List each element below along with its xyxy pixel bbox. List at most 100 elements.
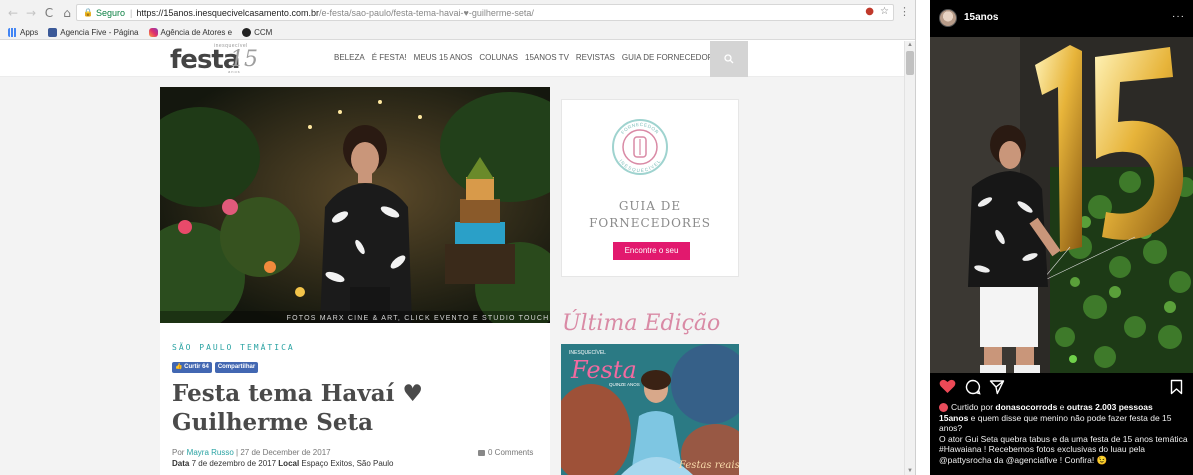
more-options-icon[interactable]: ··· xyxy=(1172,11,1185,22)
details-local-label: Local xyxy=(278,459,300,468)
reload-icon[interactable]: C xyxy=(42,4,56,22)
liked-by-line[interactable]: Curtido por donasocorrods e outras 2.003… xyxy=(939,402,1189,413)
magazine-cover-art: INESQUECÍVEL Festa QUINZE ANOS Festas re… xyxy=(561,344,739,475)
nav-item-revistas[interactable]: REVISTAS xyxy=(576,53,615,62)
omnibox-actions: ● ☆ xyxy=(865,6,889,17)
browser-toolbar: ← → C ⌂ 🔒 Seguro | https://15anos.inesqu… xyxy=(0,0,915,25)
article-body: SÃO PAULO TEMÁTICA 👍 Curtir 64 Compartil… xyxy=(160,323,550,475)
details-date: 7 de dezembro de 2017 xyxy=(189,459,279,468)
bookmark-ccm[interactable]: CCM xyxy=(242,27,273,37)
magazine-footer: Festas reais xyxy=(678,460,739,471)
byline-date: | 27 de December de 2017 xyxy=(233,448,331,457)
browser-menu-icon[interactable]: ⋮ xyxy=(899,5,910,18)
extension-icon[interactable]: ● xyxy=(865,6,874,17)
thumbs-up-icon: 👍 xyxy=(175,364,185,370)
hero-illustration: FOTOS MARX CINE & ART, CLICK EVENTO E ST… xyxy=(160,87,550,323)
instagram-caption: Curtido por donasocorrods e outras 2.003… xyxy=(939,402,1189,465)
apps-grid-icon xyxy=(8,27,17,37)
page-scrollbar[interactable]: ▲ ▼ xyxy=(904,41,915,475)
instagram-actions xyxy=(930,373,1193,401)
bookmark-icon[interactable] xyxy=(1170,379,1183,395)
home-icon[interactable]: ⌂ xyxy=(60,4,74,22)
nav-item-guia-fornecedores[interactable]: GUIA DE FORNECEDORES xyxy=(622,53,724,62)
comment-icon xyxy=(478,449,485,456)
bookmark-agencia-five[interactable]: Agencia Five - Página xyxy=(48,27,139,37)
liked-by-user[interactable]: donasocorrods xyxy=(995,402,1057,412)
liked-by-text: Curtido por donasocorrods e outras 2.003… xyxy=(951,402,1153,413)
facebook-share-button[interactable]: Compartilhar xyxy=(214,362,259,373)
article-categories[interactable]: SÃO PAULO TEMÁTICA xyxy=(172,343,295,352)
secure-label: Seguro xyxy=(95,7,125,18)
scroll-up-icon[interactable]: ▲ xyxy=(907,42,913,48)
comments-count: 0 Comments xyxy=(488,448,534,457)
url-separator: | xyxy=(130,7,133,18)
comments-link[interactable]: 0 Comments xyxy=(478,448,533,457)
address-bar[interactable]: 🔒 Seguro | https://15anos.inesquecivelca… xyxy=(76,4,894,21)
main-nav: BELEZA É FESTA! MEUS 15 ANOS COLUNAS 15A… xyxy=(334,53,724,62)
caption-text: 15anos e quem disse que menino não pode … xyxy=(939,413,1189,434)
bookmark-apps[interactable]: Apps xyxy=(8,27,39,37)
avatar[interactable] xyxy=(939,9,957,27)
nav-item-colunas[interactable]: COLUNAS xyxy=(479,53,518,62)
scrollbar-thumb[interactable] xyxy=(906,51,914,75)
nav-item-meus-15-anos[interactable]: MEUS 15 ANOS xyxy=(414,53,473,62)
caption-line2: O ator Gui Seta quebra tabus e da uma fe… xyxy=(939,433,1188,465)
guia-fornecedores-widget: FORNECEDOR INESQUECÍVEL GUIA DE FORNECED… xyxy=(561,99,739,277)
bookmarks-bar: Apps Agencia Five - Página Agência de At… xyxy=(0,25,915,40)
page-viewport: inesquecível festa 15 anos BELEZA É FEST… xyxy=(0,41,915,475)
bookmark-label: CCM xyxy=(254,27,273,37)
nav-item-15anos-tv[interactable]: 15ANOS TV xyxy=(525,53,569,62)
hero-photo-credit: FOTOS MARX CINE & ART, CLICK EVENTO E ST… xyxy=(287,315,550,322)
liked-by-and: e xyxy=(1057,402,1067,412)
magazine-title: Festa xyxy=(570,356,637,384)
post-username[interactable]: 15anos xyxy=(964,12,998,23)
caption-line1: e quem disse que menino não pode fazer f… xyxy=(939,412,1172,434)
guia-title-line1: GUIA DE xyxy=(618,199,682,213)
byline-prefix: Por xyxy=(172,448,187,457)
nav-item-e-festa[interactable]: É FESTA! xyxy=(372,53,407,62)
guia-title: GUIA DE FORNECEDORES xyxy=(562,198,738,232)
byline-author-link[interactable]: Mayra Russo xyxy=(187,448,234,457)
bookmark-label: Apps xyxy=(20,27,39,37)
badge-text-bottom: INESQUECÍVEL xyxy=(618,159,661,174)
heart-icon[interactable] xyxy=(939,379,956,394)
facebook-icon xyxy=(48,27,58,37)
instagram-post-photo[interactable] xyxy=(930,37,1193,373)
bookmark-agencia-atores[interactable]: Agência de Atores e xyxy=(148,27,233,37)
bookmark-label: Agencia Five - Página xyxy=(60,27,139,37)
scroll-down-icon[interactable]: ▼ xyxy=(907,468,913,474)
liked-by-others[interactable]: outras 2.003 pessoas xyxy=(1067,402,1153,412)
screenshot-root: ← → C ⌂ 🔒 Seguro | https://15anos.inesqu… xyxy=(0,0,1193,475)
event-details: Data 7 de dezembro de 2017 Local Espaço … xyxy=(172,459,393,468)
svg-text:INESQUECÍVEL: INESQUECÍVEL xyxy=(618,159,661,174)
magazine-cover[interactable]: INESQUECÍVEL Festa QUINZE ANOS Festas re… xyxy=(561,344,739,475)
comment-icon[interactable] xyxy=(965,379,981,395)
share-icon[interactable] xyxy=(989,379,1005,395)
back-icon[interactable]: ← xyxy=(6,4,20,22)
url-path: /e-festa/sao-paulo/festa-tema-havai-♥-gu… xyxy=(318,7,534,18)
encontre-o-seu-button[interactable]: Encontre o seu xyxy=(613,242,690,260)
browser-window: ← → C ⌂ 🔒 Seguro | https://15anos.inesqu… xyxy=(0,0,916,475)
liker-avatar xyxy=(939,402,948,412)
like-count: Curtir 64 xyxy=(184,364,209,370)
bookmark-label: Agência de Atores e xyxy=(160,27,233,37)
nav-item-beleza[interactable]: BELEZA xyxy=(334,53,365,62)
article-title: Festa tema Havaí ♥ Guilherme Seta xyxy=(172,380,423,436)
facebook-like-button[interactable]: 👍 Curtir 64 xyxy=(172,362,212,373)
site-search-button[interactable] xyxy=(710,41,748,77)
magazine-subtitle: QUINZE ANOS xyxy=(609,382,640,387)
article-byline: Por Mayra Russo | 27 de December de 2017 xyxy=(172,448,331,457)
url-host: https://15anos.inesquecivelcasamento.com… xyxy=(136,7,319,18)
instagram-icon xyxy=(148,27,158,37)
post-photo-illustration xyxy=(930,37,1193,373)
forward-icon[interactable]: → xyxy=(24,4,38,22)
caption-username[interactable]: 15anos xyxy=(939,413,968,423)
site-header: inesquecível festa 15 anos BELEZA É FEST… xyxy=(0,41,904,77)
details-local: Espaço Exitos, São Paulo xyxy=(299,459,394,468)
ccm-icon xyxy=(242,27,252,37)
social-share-row: 👍 Curtir 64 Compartilhar xyxy=(172,362,259,373)
bookmark-star-icon[interactable]: ☆ xyxy=(880,6,889,17)
logo-sub-text: anos xyxy=(228,69,241,74)
search-icon xyxy=(724,54,734,64)
details-date-label: Data xyxy=(172,459,190,468)
